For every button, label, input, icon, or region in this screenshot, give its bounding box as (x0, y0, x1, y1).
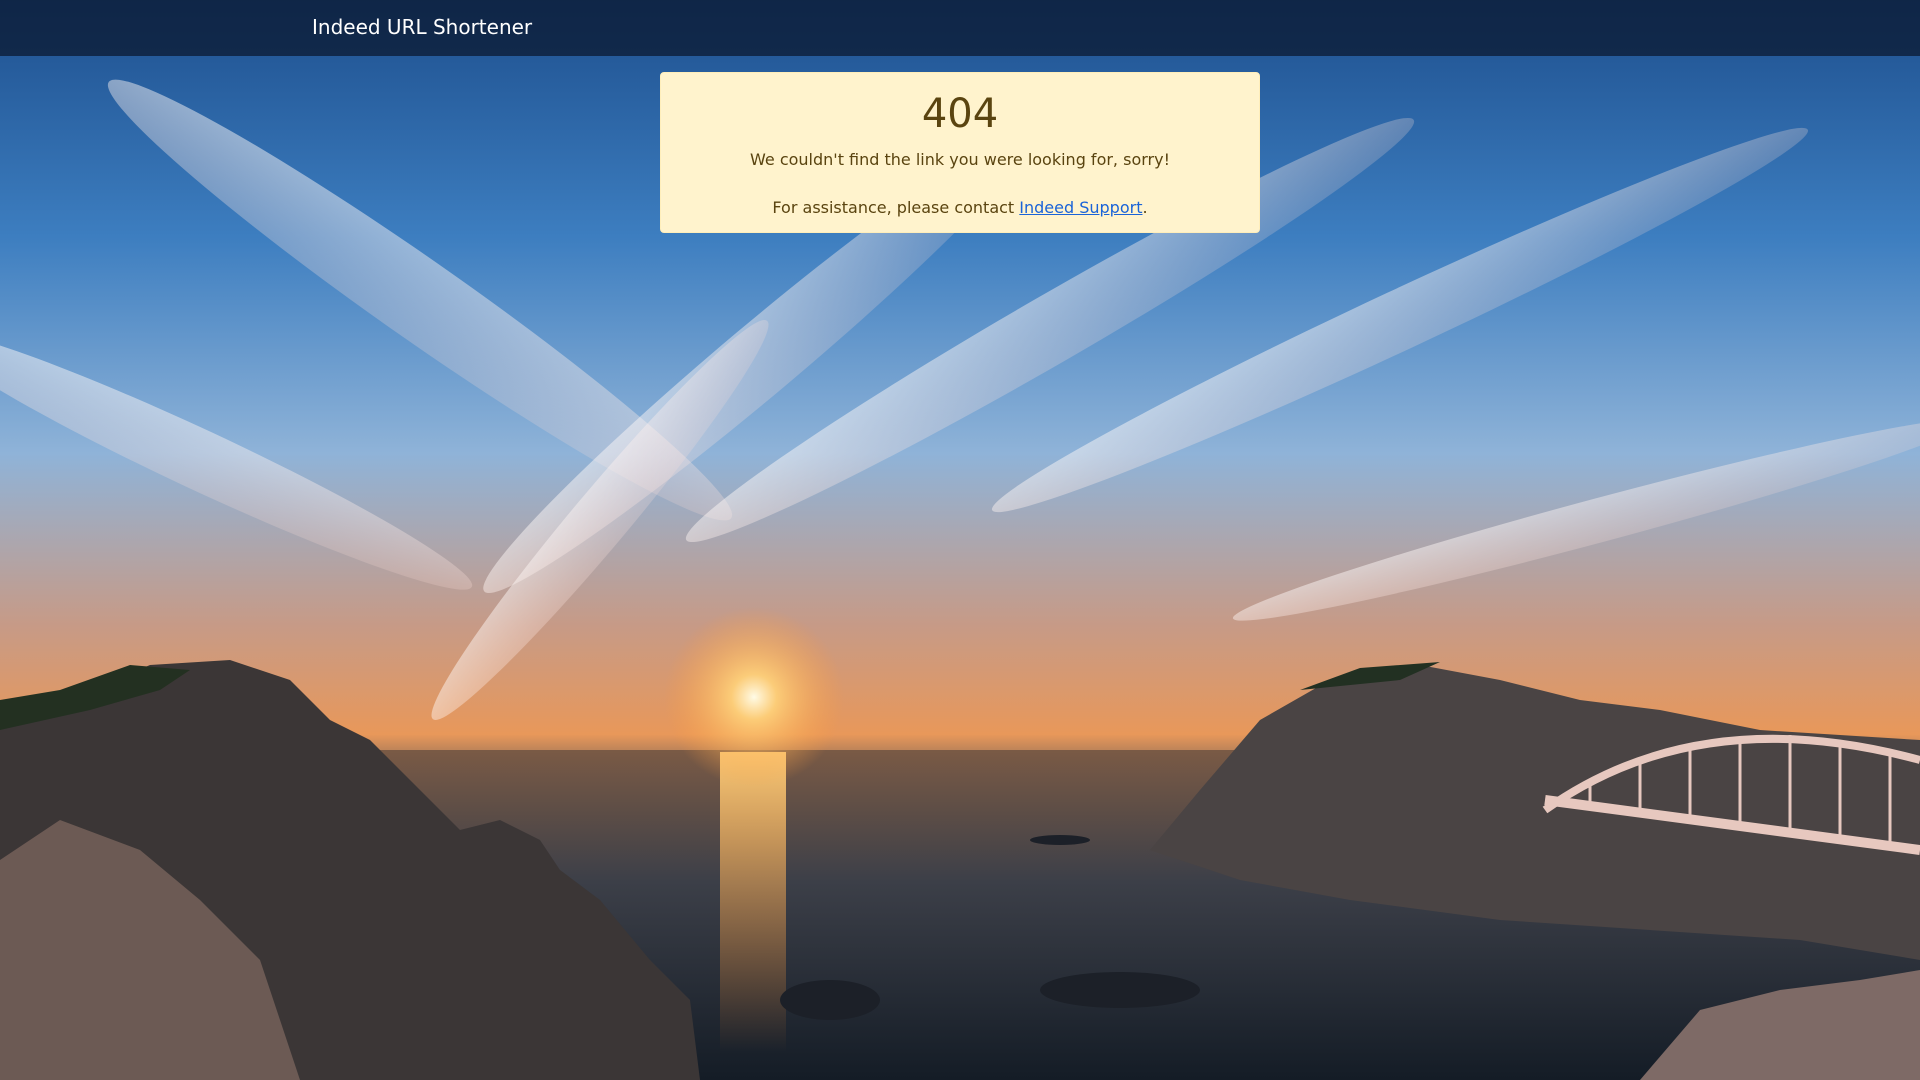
error-message: We couldn't find the link you were looki… (750, 150, 1170, 169)
brand-link[interactable]: Indeed URL Shortener (312, 15, 532, 39)
contact-suffix: . (1142, 198, 1148, 217)
support-link[interactable]: Indeed Support (1019, 198, 1142, 217)
contact-line: For assistance, please contact Indeed Su… (661, 198, 1259, 218)
top-navbar: Indeed URL Shortener (0, 0, 1920, 56)
error-alert: 404 We couldn't find the link you were l… (660, 72, 1260, 233)
error-code: 404 (921, 91, 999, 137)
contact-prefix: For assistance, please contact (772, 198, 1020, 217)
